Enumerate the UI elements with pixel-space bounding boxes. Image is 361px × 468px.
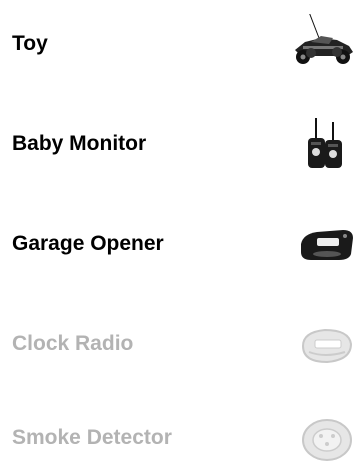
item-label: Baby Monitor <box>12 132 147 155</box>
walkie-talkie-icon <box>281 114 361 174</box>
rc-car-icon <box>281 14 361 74</box>
smoke-detector-icon <box>281 408 361 468</box>
list-item-toy[interactable]: Toy <box>0 14 361 74</box>
item-label: Toy <box>12 32 48 55</box>
item-label: Garage Opener <box>12 232 164 255</box>
item-label: Clock Radio <box>12 332 134 355</box>
device-list: Toy Baby Monitor Garage Opener Clock Rad… <box>0 0 361 468</box>
garage-remote-icon <box>281 214 361 274</box>
item-label: Smoke Detector <box>12 426 172 449</box>
list-item-clock-radio[interactable]: Clock Radio <box>0 314 361 374</box>
clock-radio-icon <box>281 314 361 374</box>
list-item-smoke-detector[interactable]: Smoke Detector <box>0 408 361 468</box>
list-item-baby-monitor[interactable]: Baby Monitor <box>0 114 361 174</box>
list-item-garage-opener[interactable]: Garage Opener <box>0 214 361 274</box>
